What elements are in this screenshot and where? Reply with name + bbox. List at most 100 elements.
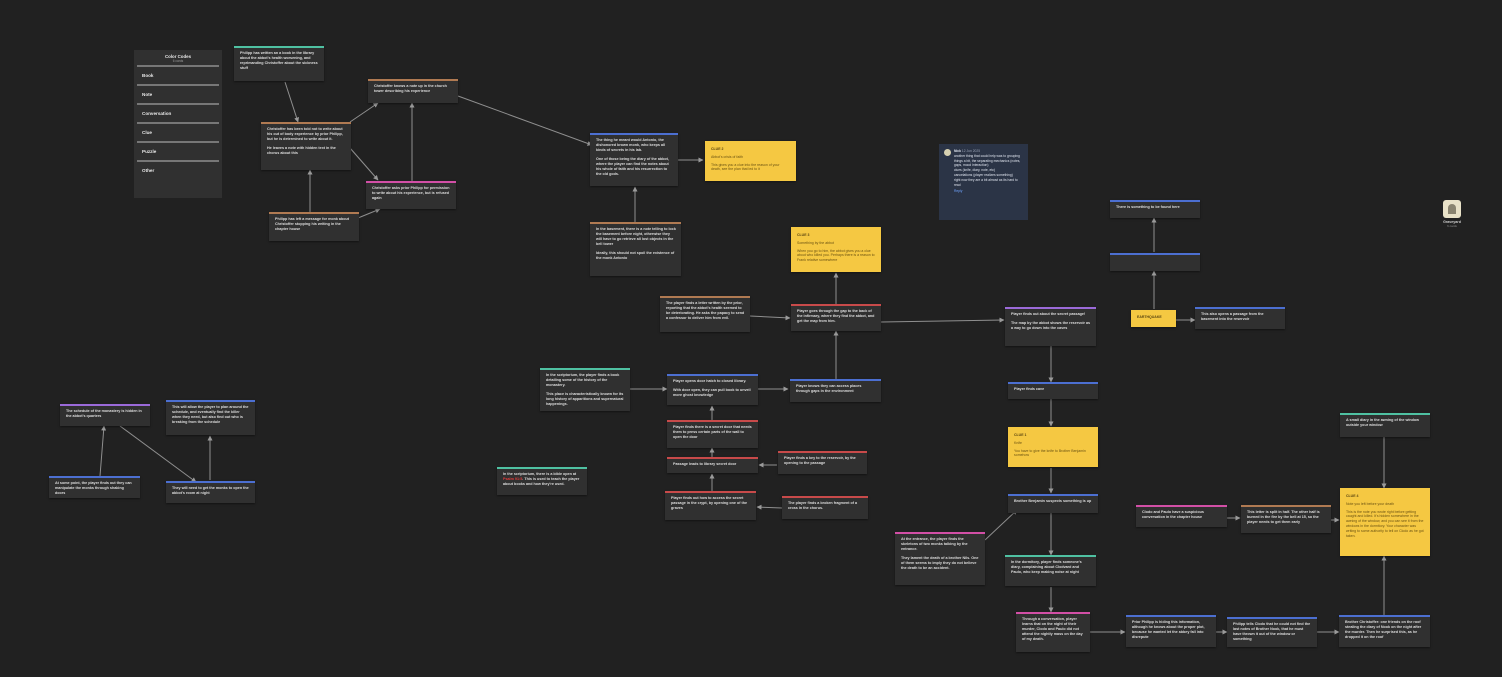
- card-opens-library[interactable]: Player opens door hatch to closed librar…: [667, 374, 758, 405]
- comment-date: 12 Jun 2025: [961, 149, 981, 153]
- card-text: Christoffer has been told not to write a…: [267, 127, 343, 141]
- sticky-clue-2[interactable]: CLUE 2 Abbot's crisis of faith This give…: [705, 141, 796, 181]
- legend-subtitle: 6 cards: [172, 59, 184, 63]
- comment-text: right now they are a bit almost as its h…: [954, 177, 1018, 187]
- card-open-abbot-room[interactable]: They will need to get the monks to open …: [166, 481, 255, 503]
- card-text: Player finds there is a secret door that…: [673, 425, 752, 439]
- sticky-earthquake[interactable]: EARTHQUAKE: [1131, 310, 1176, 327]
- card-text: They will need to get the monks to open …: [172, 486, 249, 495]
- card-reservoir-key[interactable]: Player finds a key to the reservoir, by …: [778, 451, 867, 474]
- card-text: Brother Christoffer: one friends on the …: [1345, 620, 1422, 639]
- card-prior-hiding[interactable]: Prior Philipp is hiding this information…: [1126, 615, 1216, 647]
- link: [984, 509, 1018, 541]
- card-text: Clodo and Paulo have a suspicious conver…: [1142, 510, 1204, 519]
- card-schedule[interactable]: The schedule of the monastery is hidden …: [60, 404, 150, 426]
- psalm-link[interactable]: Psalm 91:5: [503, 477, 522, 481]
- card-christoffer-note[interactable]: Christoffer knows a note up in the churc…: [368, 79, 458, 103]
- link: [349, 147, 379, 181]
- reply-link[interactable]: Reply: [954, 189, 1023, 194]
- card-text: In the dormitory, player finds someone's…: [1011, 560, 1082, 574]
- card-plan-schedule[interactable]: This will allow the player to plan aroun…: [166, 400, 255, 435]
- sticky-text: When you go to him, the abbot gives you …: [797, 248, 875, 263]
- card-scriptorium-bible[interactable]: In the scriptorium, there is a bible ope…: [497, 467, 587, 495]
- card-text: One of those being the diary of the abbo…: [596, 157, 669, 176]
- card-prior-letter[interactable]: The player finds a letter written by the…: [660, 296, 750, 332]
- card-christoffer-told[interactable]: Christoffer has been told not to write a…: [261, 122, 351, 170]
- card-text: The map by the abbot shows the reservoir…: [1011, 321, 1091, 330]
- card-scriptorium-book[interactable]: In the scriptorium, the player finds a b…: [540, 368, 630, 411]
- sticky-text: You have to give the knife to Brother Be…: [1014, 448, 1086, 458]
- card-text: Player finds out about the secret passag…: [1011, 312, 1086, 316]
- card-text: Brother Benjamin suspects something is u…: [1014, 499, 1092, 503]
- sticky-text: This is the note you wrote right before …: [1346, 509, 1424, 538]
- card-philipp-tells-clodo[interactable]: Philipp tells Clodo that he could not fi…: [1227, 617, 1317, 647]
- card-access-gaps[interactable]: Player knows they can access places thro…: [790, 379, 881, 402]
- sticky-title: EARTHQUAKE: [1137, 315, 1162, 319]
- card-text: This letter is split in half. The other …: [1247, 510, 1320, 524]
- legend-item-conversation[interactable]: Conversation: [137, 103, 219, 122]
- card-text: In the basement, there is a note telling…: [596, 227, 676, 246]
- card-clodo-paulo[interactable]: Clodo and Paulo have a suspicious conver…: [1136, 505, 1227, 527]
- graveyard-board[interactable]: Graveyard 6 cards: [1438, 200, 1466, 228]
- sticky-clue-3[interactable]: CLUE 3 Something by the abbot When you g…: [791, 227, 881, 272]
- card-text: With door open, they can pull book to un…: [673, 388, 751, 397]
- card-gap-infirmary[interactable]: Player goes through the gap to the back …: [791, 304, 881, 331]
- card-finds-cave[interactable]: Player finds cave: [1008, 382, 1098, 399]
- card-passage-library[interactable]: Passage leads to library secret door: [667, 457, 758, 473]
- card-crypt-passage[interactable]: Player finds out how to access the secre…: [665, 491, 756, 520]
- card-dormitory-diary[interactable]: In the dormitory, player finds someone's…: [1005, 555, 1096, 586]
- card-earthquake-passage[interactable]: This also opens a passage from the basem…: [1195, 307, 1285, 329]
- sticky-text: Note you left before your death: [1346, 501, 1395, 506]
- sticky-title: CLUE 1: [1014, 433, 1027, 437]
- link: [457, 95, 593, 146]
- board-canvas[interactable]: Color Codes 6 cards Book Note Conversati…: [0, 0, 1502, 677]
- comment-author: Nick: [954, 149, 961, 153]
- legend-item-book[interactable]: Book: [137, 65, 219, 84]
- graveyard-count: 6 cards: [1447, 224, 1457, 228]
- sticky-title: CLUE 4: [1346, 494, 1359, 498]
- card-secret-door[interactable]: Player finds there is a secret door that…: [667, 420, 758, 448]
- card-partially-exposed[interactable]: [1110, 253, 1200, 271]
- sticky-clue-1[interactable]: CLUE 1 Knife You have to give the knife …: [1008, 427, 1098, 467]
- card-letter-split[interactable]: This letter is split in half. The other …: [1241, 505, 1331, 533]
- sticky-title: CLUE 2: [711, 147, 724, 151]
- card-text: Christoffer asks prior Philipp for permi…: [372, 186, 450, 200]
- card-brother-christoffer[interactable]: Brother Christoffer: one friends on the …: [1339, 615, 1430, 647]
- card-secret-passage[interactable]: Player finds out about the secret passag…: [1005, 307, 1096, 346]
- link: [357, 208, 381, 219]
- card-antonio-secrets[interactable]: The thing he meant would Antonio, the di…: [590, 133, 678, 186]
- card-text: This will allow the player to plan aroun…: [172, 405, 249, 424]
- card-text: There is something to be found here: [1116, 205, 1180, 209]
- card-benjamin-suspects[interactable]: Brother Benjamin suspects something is u…: [1008, 494, 1098, 513]
- sticky-clue-4[interactable]: CLUE 4 Note you left before your death T…: [1340, 488, 1430, 556]
- card-small-diary[interactable]: A small diary in the awning of the windo…: [1340, 413, 1430, 437]
- legend-item-other[interactable]: Other: [137, 160, 219, 179]
- card-text: Passage leads to library secret door: [673, 462, 737, 466]
- sticky-text: Something by the abbot: [797, 240, 834, 245]
- user-avatar: [944, 149, 951, 156]
- card-manipulate-monks[interactable]: At some point, the player finds out they…: [49, 476, 140, 498]
- legend-item-puzzle[interactable]: Puzzle: [137, 141, 219, 160]
- card-broken-cross[interactable]: The player finds a broken fragment of a …: [782, 496, 868, 519]
- legend-item-note[interactable]: Note: [137, 84, 219, 103]
- comment-thread[interactable]: Nick 12 Jun 2025 another thing that coul…: [939, 144, 1028, 220]
- card-text: Player finds out how to access the secre…: [671, 496, 748, 510]
- card-entrance-skeletons[interactable]: At the entrance, the player finds the sk…: [895, 532, 985, 585]
- sticky-text: Knife: [1014, 440, 1022, 445]
- legend-item-clue[interactable]: Clue: [137, 122, 219, 141]
- card-text: Christoffer knows a note up in the churc…: [374, 84, 447, 93]
- card-something-found[interactable]: There is something to be found here: [1110, 200, 1200, 218]
- color-legend[interactable]: Color Codes 6 cards Book Note Conversati…: [134, 50, 222, 198]
- card-philipp-book[interactable]: Philipp has written an a book in the lib…: [234, 46, 324, 81]
- card-text: In the scriptorium, there is a bible ope…: [503, 472, 577, 476]
- card-text: This place is characteristically known f…: [546, 392, 624, 406]
- card-conversation-learns[interactable]: Through a conversation, player learns th…: [1016, 612, 1090, 652]
- sticky-title: CLUE 3: [797, 233, 810, 237]
- card-philipp-message[interactable]: Philipp has left a message for monk abou…: [269, 212, 359, 241]
- link: [756, 504, 783, 510]
- card-text: Ideally, this should not spoil the exist…: [596, 251, 675, 260]
- card-basement-note[interactable]: In the basement, there is a note telling…: [590, 222, 681, 276]
- link: [99, 425, 107, 477]
- card-christoffer-asks[interactable]: Christoffer asks prior Philipp for permi…: [366, 181, 456, 209]
- card-text: Through a conversation, player learns th…: [1022, 617, 1083, 641]
